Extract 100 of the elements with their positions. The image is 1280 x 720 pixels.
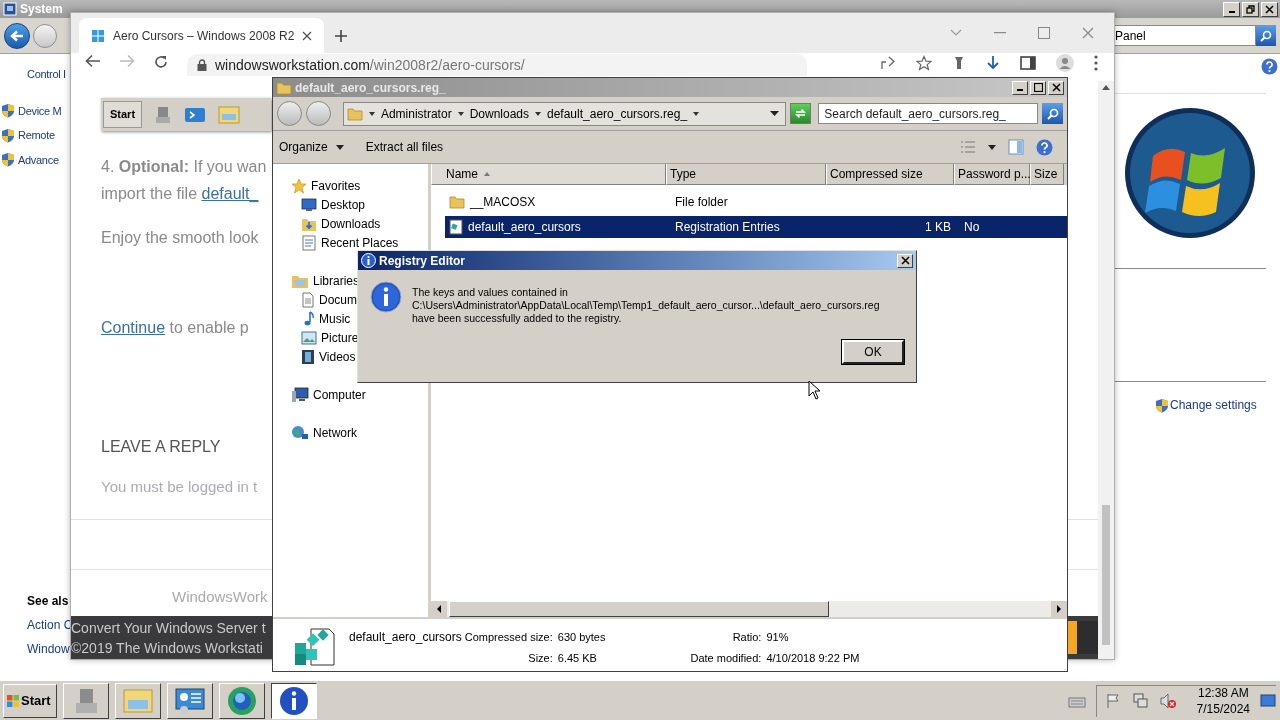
profile-icon[interactable] xyxy=(1056,54,1074,72)
detail-label: Compressed size: xyxy=(464,630,553,645)
sidebar-link[interactable]: Remote xyxy=(18,127,55,144)
address-bar[interactable]: Administrator Downloads default_aero_cursors.reg_ xyxy=(342,101,787,126)
flag-icon xyxy=(1104,693,1121,709)
clock[interactable]: 12:38 AM 7/15/2024 xyxy=(1196,685,1250,717)
folder-icon xyxy=(449,195,465,209)
breadcrumb-item[interactable]: Downloads xyxy=(469,104,529,123)
sidebar-link[interactable]: Device M xyxy=(18,102,62,119)
sidebar-link[interactable]: Advance xyxy=(18,151,59,168)
dropdown-arrow-icon[interactable] xyxy=(770,111,780,116)
file-name: default_aero_cursors xyxy=(349,629,462,646)
refresh-button[interactable] xyxy=(790,103,812,124)
flag-icon xyxy=(6,693,20,708)
back-button[interactable] xyxy=(4,22,30,49)
breadcrumb-item[interactable]: default_aero_cursors.reg_ xyxy=(547,104,688,123)
footer-text: Convert Your Windows Server t xyxy=(71,618,266,638)
detail-value: 630 bytes xyxy=(557,630,606,645)
file-row[interactable]: default_aero_cursors Registration Entries 1 KB No xyxy=(445,216,1067,238)
nav-item[interactable]: Desktop xyxy=(273,195,428,214)
compressed-size: 1 KB xyxy=(924,219,951,236)
column-header[interactable]: Compressed size xyxy=(826,164,954,185)
column-header[interactable]: Name xyxy=(431,164,666,185)
detail-value: 91% xyxy=(766,630,790,645)
nav-item[interactable]: Recent Places xyxy=(273,233,428,252)
change-settings-link[interactable]: Change settings xyxy=(1170,396,1257,414)
search-button[interactable] xyxy=(1042,103,1063,124)
nav-item[interactable]: Network xyxy=(273,423,428,442)
download-icon[interactable] xyxy=(986,55,1000,71)
scroll-up-icon xyxy=(1102,85,1110,90)
extension-icon[interactable] xyxy=(952,55,966,71)
globe-icon xyxy=(227,685,257,716)
address-field[interactable]: windowsworkstation.com/win2008r2/aero-cursors/ xyxy=(187,54,807,76)
detail-label: Size: xyxy=(527,650,553,666)
share-icon[interactable] xyxy=(880,56,896,70)
computer-icon xyxy=(291,386,309,403)
side-panel-icon[interactable] xyxy=(1020,56,1036,70)
horizontal-scrollbar[interactable] xyxy=(431,601,1067,617)
more-menu-icon[interactable] xyxy=(1094,55,1098,71)
nav-item[interactable]: Favorites xyxy=(273,176,428,195)
caret-icon[interactable] xyxy=(988,144,996,150)
zip-folder-icon xyxy=(346,106,363,121)
system-icon xyxy=(3,2,17,16)
search-field[interactable]: Search default_aero_cursors.reg_ xyxy=(818,103,1039,124)
search-button[interactable] xyxy=(1256,25,1276,46)
plus-icon[interactable] xyxy=(334,29,348,43)
minimize-button[interactable] xyxy=(1012,80,1028,95)
nav-item[interactable]: Computer xyxy=(273,385,428,404)
text-link[interactable]: default_ xyxy=(201,185,259,202)
caret-icon xyxy=(457,111,464,116)
close-button[interactable] xyxy=(1261,1,1278,17)
search-field[interactable]: Panel xyxy=(1113,25,1256,46)
network-icon xyxy=(1130,693,1149,709)
search-icon xyxy=(1260,29,1272,42)
close-icon xyxy=(900,256,910,265)
ok-button[interactable]: OK xyxy=(842,340,904,364)
shield-icon xyxy=(1,152,15,168)
text-link[interactable]: Continue xyxy=(101,319,166,336)
close-button[interactable] xyxy=(1048,80,1064,95)
server-icon xyxy=(73,686,99,715)
scroll-top-button[interactable] xyxy=(1068,621,1098,654)
help-icon[interactable] xyxy=(1036,138,1053,156)
reload-icon[interactable] xyxy=(153,54,169,70)
picture-icon xyxy=(301,330,317,345)
shield-icon xyxy=(1,127,15,143)
sidebar-link[interactable]: Control I xyxy=(6,66,66,83)
browser-tab[interactable]: Aero Cursors – Windows 2008 R2 xyxy=(79,18,324,53)
taskbar-button[interactable] xyxy=(271,682,317,719)
column-header[interactable]: Type xyxy=(666,164,826,185)
scrollbar-thumb[interactable] xyxy=(449,601,829,617)
scrollbar-thumb[interactable] xyxy=(1102,505,1110,645)
close-icon[interactable] xyxy=(302,30,313,41)
minimize-button[interactable] xyxy=(1223,1,1240,17)
file-row[interactable]: __MACOSX File folder xyxy=(445,191,1067,213)
restore-button[interactable] xyxy=(1242,1,1259,17)
start-button[interactable]: Start xyxy=(3,683,57,718)
back-arrow-icon[interactable] xyxy=(85,54,101,68)
column-header[interactable]: Password p... xyxy=(954,164,1030,185)
nav-item[interactable]: Downloads xyxy=(273,214,428,233)
column-header[interactable]: Size xyxy=(1030,164,1064,185)
maximize-button[interactable] xyxy=(1030,80,1046,95)
toolbar-button[interactable]: Extract all files xyxy=(365,138,444,156)
maximize-icon[interactable] xyxy=(1038,27,1050,39)
footer-text: ©2019 The Windows Workstati xyxy=(71,638,264,658)
sort-arrow-icon xyxy=(484,172,490,176)
caret-icon xyxy=(535,111,541,116)
sidebar-link[interactable]: Window xyxy=(27,640,70,658)
detail-label: Date modified: xyxy=(689,650,762,666)
star-icon xyxy=(291,177,307,194)
window-tiles-icon xyxy=(91,28,105,43)
server-icon xyxy=(154,104,173,125)
notice-text: You must be logged in t xyxy=(101,477,259,497)
breadcrumb-item[interactable]: Administrator xyxy=(380,104,452,123)
file-type: Registration Entries xyxy=(674,219,781,236)
file-type: File folder xyxy=(674,194,729,211)
file-name: default_aero_cursors xyxy=(468,219,581,236)
caret-icon xyxy=(368,111,375,116)
close-button[interactable] xyxy=(897,253,913,268)
star-icon[interactable] xyxy=(916,55,932,71)
menu-button[interactable]: Organize xyxy=(279,138,344,156)
